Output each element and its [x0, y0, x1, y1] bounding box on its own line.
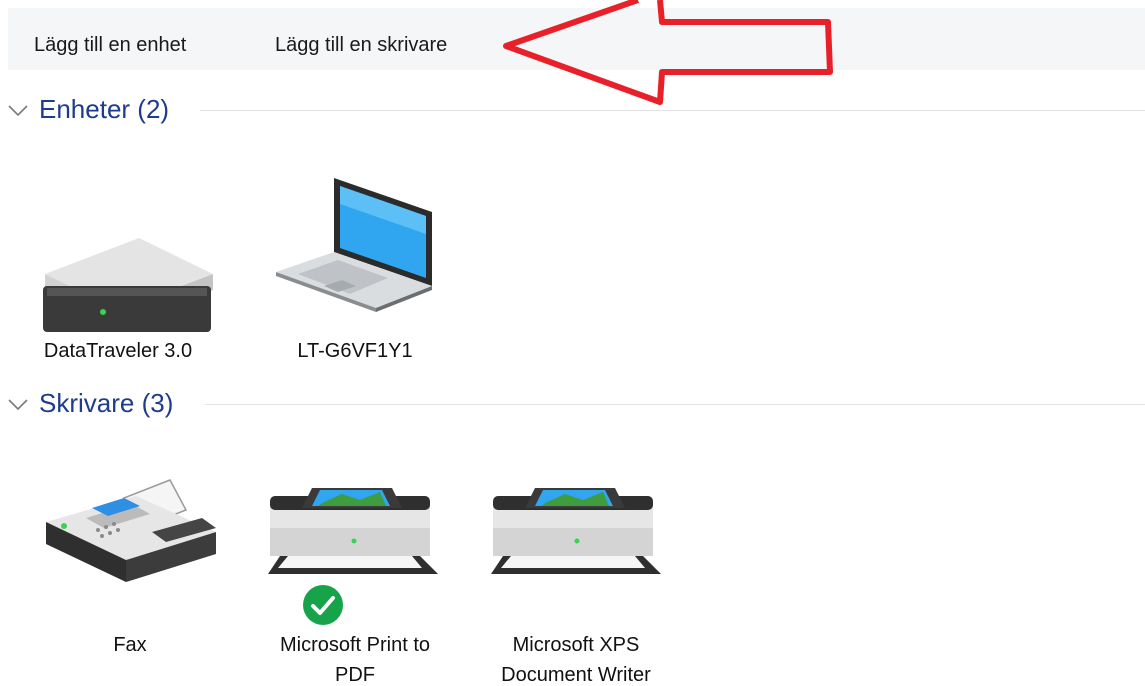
device-label: LT-G6VF1Y1 — [297, 340, 413, 362]
chevron-down-icon[interactable] — [6, 394, 30, 414]
group-header-printers[interactable]: Skrivare (3) — [0, 386, 1145, 422]
device-item-datatraveler[interactable]: DataTraveler 3.0 — [33, 160, 223, 380]
printer-icon — [491, 488, 661, 574]
printer-label: Fax — [113, 634, 147, 656]
default-printer-check-icon — [303, 585, 343, 625]
add-device-button[interactable]: Lägg till en enhet — [34, 34, 186, 57]
fax-icon — [46, 479, 216, 582]
group-header-devices[interactable]: Enheter (2) — [0, 92, 1145, 128]
printer-item-fax[interactable]: Fax — [40, 470, 220, 670]
group-title-printers: Skrivare (3) — [39, 388, 174, 418]
printer-item-print-to-pdf[interactable]: Microsoft Print to PDF — [262, 470, 452, 686]
laptop-icon — [276, 178, 432, 312]
group-divider — [205, 404, 1145, 405]
group-title-devices: Enheter (2) — [39, 94, 170, 124]
usb-drive-icon — [43, 238, 213, 332]
group-divider — [200, 110, 1145, 111]
device-label: DataTraveler 3.0 — [43, 340, 193, 362]
printer-icon — [268, 488, 438, 574]
add-printer-button[interactable]: Lägg till en skrivare — [275, 34, 447, 57]
printer-item-xps-writer[interactable]: Microsoft XPS Document Writer — [485, 470, 675, 686]
chevron-down-icon[interactable] — [6, 100, 30, 120]
device-item-laptop[interactable]: LT-G6VF1Y1 — [262, 160, 452, 380]
devices-and-printers-window: Lägg till en enhet Lägg till en skrivare… — [0, 0, 1145, 686]
printer-label: Microsoft XPS Document Writer — [501, 634, 651, 686]
printer-label: Microsoft Print to PDF — [279, 634, 431, 686]
